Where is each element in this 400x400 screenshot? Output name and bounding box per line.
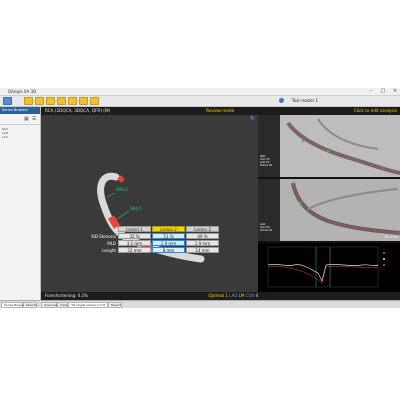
table-cell: 32 % [118,233,151,239]
minimize-icon[interactable]: – [366,88,376,95]
toolbar-button-4[interactable] [57,97,66,105]
lesion-header-selected[interactable]: Lesion 2 [152,226,185,232]
tree-item[interactable]: LCX [2,135,38,139]
close-icon[interactable]: × [390,88,400,95]
user-label[interactable]: Test reader 1 [292,96,318,106]
lesion-header[interactable]: Lesion 1 [118,226,151,232]
series-tree: RCA LAD LCX [0,125,40,141]
table-cell: 32 mm [118,247,151,253]
table-cell: 14 mm [186,247,219,253]
optimal-label: Optimal 1 [208,293,228,298]
image-overlay-text: RAO CAU 35 LAO 23 Frame 45 [260,155,273,167]
vessel-model: SB4.8 SB4.0 [97,172,205,263]
toolbar-button-2[interactable] [35,97,44,105]
tab-overview[interactable]: Overview [41,302,58,308]
vessel-label: SB4.0 [130,206,142,211]
tab-report[interactable]: Report [108,302,122,308]
image-corner-label: FS: 2.5% [384,235,398,239]
row-label: Length [102,248,116,253]
toolbar-button-3[interactable] [46,97,55,105]
tab-series-browser[interactable]: Series Browser [1,302,26,308]
title-bar: QAngio XA 3D – □ × [0,88,400,96]
maximize-icon[interactable]: □ [378,88,388,95]
table-cell: 8 mm [152,247,185,253]
row-label: MLD [107,241,116,246]
foreshortening-label: Foreshortening: 0.2% [45,293,88,298]
status-tag: LM [238,293,245,298]
lesion-header[interactable]: Lesion 3 [186,226,219,232]
main-toolbar: Test reader 1 [0,96,400,107]
series-browser-toolbar: ▦ ☰ [0,114,40,125]
bottom-tab-bar: Series Browser Results Overview View 3D … [0,300,400,308]
row-label: %D Stenosis [91,234,116,239]
table-cell: 51 % [152,233,185,239]
tab-3d-single-vessel[interactable]: 3D Single Vessel 2.0 M [68,302,108,308]
table-cell: 3.1 mm [118,240,151,246]
table-cell: 49 % [186,233,219,239]
grid-view-icon[interactable]: ▦ [24,116,29,122]
window-title: QAngio XA 3D [8,89,37,94]
open-series-button[interactable] [3,97,12,105]
edit-analysis-link[interactable]: Click to edit analysis [354,107,397,115]
toolbar-button-1[interactable] [24,97,33,105]
table-cell: 1.9 mm [152,240,185,246]
angiogram-vessels [258,115,400,177]
status-tag: CO4 [245,293,255,298]
lesion-marker [117,175,125,183]
list-view-icon[interactable]: ☰ [32,116,36,122]
angiogram-image-top[interactable]: RAO CAU 35 LAO 23 Frame 45 [258,115,400,177]
label-leader [116,210,130,220]
toolbar-button-7[interactable] [90,97,99,105]
tab-results[interactable]: Results [23,302,37,308]
angiogram-image-bottom[interactable]: LAO CAU 20 Frame 52 FS: 2.5% [258,179,400,241]
toolbar-button-6[interactable] [79,97,88,105]
user-icon [279,98,284,103]
viewer-status-bar: Foreshortening: 0.2% Optimal 1 LAD LM CO… [41,292,400,300]
series-browser-header: Series Browser [0,107,40,114]
tab-view[interactable]: View [57,302,68,308]
status-tag: 8 [255,293,258,298]
application-window: QAngio XA 3D – □ × Test reader 1 Series … [0,88,400,308]
vessel-label: SB4.8 [116,187,128,192]
table-cell: 1.9 mm [186,240,219,246]
angiogram-panel: RAO CAU 35 LAO 23 Frame 45 LAO CAU 20 Fr… [258,115,400,300]
vessel-3d-viewer[interactable]: RCA (2DQCA, 3DQCA, QFR) (M) Review mode … [41,107,258,300]
status-tag: LAD [229,293,238,298]
series-browser-panel: Series Browser ▦ ☰ RCA LAD LCX [0,107,41,300]
status-right: Optimal 1 LAD LM CO4 8 [208,292,258,300]
label-leader [106,192,116,198]
toolbar-button-5[interactable] [68,97,77,105]
angiogram-vessels [258,179,400,241]
image-overlay-text: LAO CAU 20 Frame 52 [260,223,273,232]
angiogram-header: Click to edit analysis [258,107,400,115]
